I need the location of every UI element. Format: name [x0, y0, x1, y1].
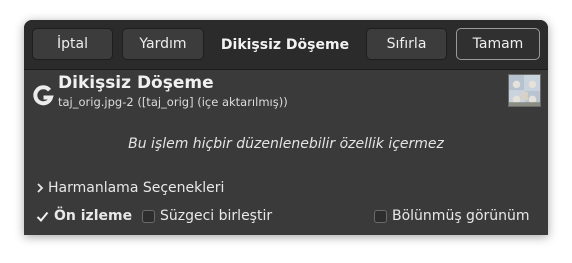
- merge-filter-checkbox[interactable]: [142, 209, 155, 223]
- preview-checkbox[interactable]: [36, 210, 49, 223]
- dialog-title: Dikişsiz Döşeme: [220, 36, 350, 53]
- dialog-content: Dikişsiz Döşeme taj_orig.jpg-2 ([taj_ori…: [24, 70, 548, 235]
- help-button[interactable]: Yardım: [122, 28, 204, 60]
- blending-options-expander[interactable]: Harmanlama Seçenekleri: [36, 180, 224, 196]
- split-view-toggle[interactable]: Bölünmüş görünüm: [374, 208, 530, 224]
- merge-filter-label: Süzgeci birleştir: [160, 208, 273, 224]
- filter-dialog: İptal Yardım Dikişsiz Döşeme Sıfırla Tam…: [24, 20, 548, 235]
- split-view-checkbox[interactable]: [374, 209, 387, 223]
- checkmark-icon: [36, 211, 49, 222]
- image-thumbnail[interactable]: [508, 74, 541, 107]
- chevron-right-icon: [37, 183, 44, 193]
- ok-button[interactable]: Tamam: [456, 28, 540, 60]
- merge-filter-toggle[interactable]: Süzgeci birleştir: [142, 208, 272, 224]
- expander-label: Harmanlama Seçenekleri: [48, 180, 225, 196]
- cancel-button[interactable]: İptal: [32, 28, 113, 60]
- no-properties-message: Bu işlem hiçbir düzenlenebilir özellik i…: [128, 136, 444, 152]
- header-bar: İptal Yardım Dikişsiz Döşeme Sıfırla Tam…: [24, 20, 548, 70]
- preview-toggle[interactable]: Ön izleme: [36, 208, 132, 224]
- image-info: taj_orig.jpg-2 ([taj_orig] (içe aktarılm…: [58, 95, 288, 109]
- split-view-label: Bölünmüş görünüm: [392, 208, 530, 224]
- reset-button[interactable]: Sıfırla: [366, 28, 447, 60]
- gimp-g-icon: [33, 85, 54, 106]
- preview-label: Ön izleme: [54, 208, 133, 224]
- plugin-title: Dikişsiz Döşeme: [58, 73, 214, 93]
